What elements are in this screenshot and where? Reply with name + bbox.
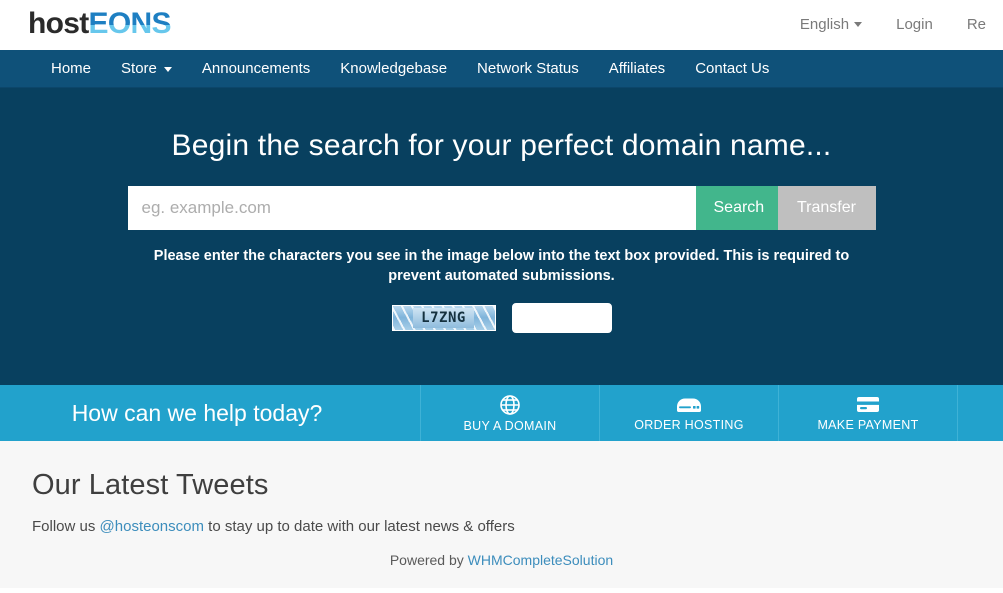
transfer-button[interactable]: Transfer (777, 186, 876, 230)
action-order-hosting[interactable]: ORDER HOSTING (600, 385, 779, 441)
whmcs-link[interactable]: WHMCompleteSolution (468, 552, 614, 568)
server-icon (675, 394, 703, 416)
powered-prefix: Powered by (389, 552, 468, 568)
nav-item-contact-us[interactable]: Contact Us (680, 50, 784, 87)
action-label-make-payment: MAKE PAYMENT (817, 418, 919, 432)
nav-label-contact-us: Contact Us (695, 60, 770, 77)
search-button[interactable]: Search (695, 186, 778, 230)
hero-domain-search: Begin the search for your perfect domain… (0, 88, 1003, 385)
nav-label-affiliates: Affiliates (608, 60, 666, 77)
site-logo[interactable]: host EONS (28, 9, 171, 39)
action-label-buy-a-domain: BUY A DOMAIN (463, 419, 557, 433)
nav-item-network-status[interactable]: Network Status (462, 50, 594, 87)
domain-search-input[interactable] (127, 186, 696, 230)
twitter-handle-link[interactable]: @hosteonscom (100, 518, 204, 535)
captcha-text: L7ZNG (413, 308, 474, 328)
globe-icon (498, 393, 522, 417)
nav-item-announcements[interactable]: Announcements (187, 50, 325, 87)
logo-text-eons: EONS (88, 7, 171, 40)
login-link[interactable]: Login (879, 0, 950, 50)
credit-card-icon (855, 394, 881, 416)
follow-suffix: to stay up to date with our latest news … (203, 518, 515, 535)
captcha-image: L7ZNG (391, 305, 496, 331)
action-make-payment[interactable]: MAKE PAYMENT (779, 385, 958, 441)
main-navigation: Home Store Announcements Knowledgebase N… (0, 50, 1003, 88)
nav-label-home: Home (51, 60, 92, 77)
chevron-down-icon (854, 22, 863, 27)
captcha-input[interactable] (511, 303, 612, 333)
follow-prefix: Follow us (32, 518, 100, 535)
follow-text: Follow us @hosteonscom to stay up to dat… (32, 518, 971, 535)
logo-text-host: host (28, 7, 89, 40)
nav-label-network-status: Network Status (477, 60, 579, 77)
captcha-row: L7ZNG (0, 303, 1003, 333)
register-link[interactable]: Re (950, 0, 1003, 50)
help-bar: How can we help today? BUY A DOMAIN ORDE… (0, 385, 1003, 441)
nav-item-knowledgebase[interactable]: Knowledgebase (325, 50, 462, 87)
language-selector[interactable]: English (783, 0, 879, 50)
nav-label-announcements: Announcements (201, 60, 311, 77)
top-utility-nav: English Login Re (783, 0, 1003, 50)
language-label: English (799, 16, 850, 33)
powered-by: Powered by WHMCompleteSolution (32, 552, 971, 568)
latest-tweets-heading: Our Latest Tweets (32, 469, 269, 501)
captcha-instructions: Please enter the characters you see in t… (153, 248, 850, 284)
nav-item-home[interactable]: Home (36, 50, 106, 87)
top-bar: host EONS English Login Re (0, 0, 1003, 50)
nav-label-store: Store (121, 60, 157, 77)
domain-search-row: Search Transfer (127, 186, 876, 230)
nav-label-knowledgebase: Knowledgebase (340, 60, 448, 77)
help-bar-title: How can we help today? (0, 385, 421, 441)
hero-heading: Begin the search for your perfect domain… (171, 129, 832, 162)
main-content: Our Latest Tweets Follow us @hosteonscom… (0, 441, 1003, 588)
nav-item-store[interactable]: Store (106, 50, 187, 87)
nav-item-affiliates[interactable]: Affiliates (594, 50, 680, 87)
action-buy-a-domain[interactable]: BUY A DOMAIN (421, 385, 600, 441)
chevron-down-icon (163, 67, 172, 72)
action-label-order-hosting: ORDER HOSTING (634, 418, 744, 432)
